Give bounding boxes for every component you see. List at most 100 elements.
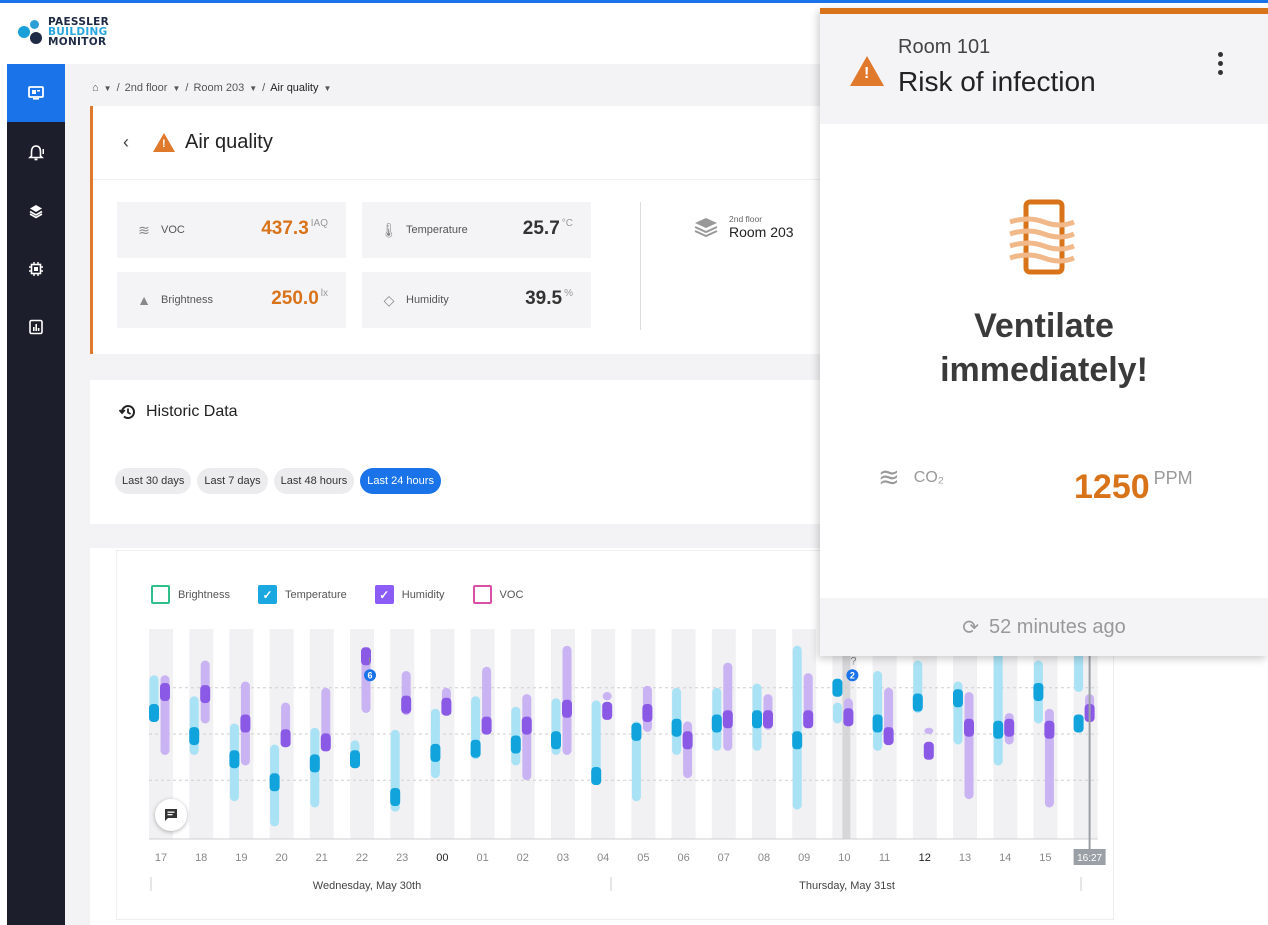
breadcrumb: ⌂ ▼ / 2nd floor ▼ / Room 203 ▼ / Air qualit… (92, 82, 332, 94)
layers-icon (694, 218, 718, 238)
range-bar-temperature (873, 671, 883, 751)
x-tick-label: 02 (517, 852, 529, 864)
x-tick-label: 01 (476, 852, 488, 864)
sensor-voc[interactable]: ≋ VOC 437.3 IAQ (117, 202, 346, 258)
sensor-humidity[interactable]: ◇ Humidity 39.5% (362, 272, 591, 328)
alert-popup[interactable]: ! Room 101 Risk of infection Ventilate i… (820, 8, 1268, 656)
x-tick-label: 12 (919, 852, 931, 864)
chevron-down-icon[interactable]: ▼ (323, 84, 331, 93)
ventilation-icon (1009, 199, 1075, 275)
event-marker-count: 2 (850, 671, 855, 681)
range-bar-temperature (430, 708, 440, 779)
sidebar-item-alerts[interactable] (7, 124, 65, 182)
popup-footer: ⟳ 52 minutes ago (820, 598, 1268, 656)
mean-marker-temperature (510, 735, 521, 754)
page-title: Air quality (185, 131, 273, 153)
mean-marker-temperature (872, 714, 883, 733)
event-marker-count: 6 (367, 671, 372, 681)
chip-last-30-days[interactable]: Last 30 days (115, 468, 192, 494)
x-tick-label: 21 (316, 852, 328, 864)
divider (640, 202, 641, 330)
mean-marker-temperature (229, 750, 240, 769)
historic-title: Historic Data (118, 402, 238, 422)
breadcrumb-item-floor[interactable]: 2nd floor (125, 82, 168, 94)
breadcrumb-item-current[interactable]: Air quality (270, 82, 318, 94)
chevron-down-icon[interactable]: ▼ (249, 84, 257, 93)
mean-marker-humidity (160, 683, 170, 701)
popup-sensor-value: 1250 PPM (1074, 468, 1193, 506)
event-marker-label: ! (368, 656, 371, 668)
range-bar-humidity (964, 692, 974, 800)
back-button[interactable]: ‹ (123, 132, 129, 153)
range-bar-temperature (189, 696, 199, 755)
warning-icon: ! (153, 133, 175, 152)
mean-marker-humidity (883, 727, 894, 746)
range-bar-temperature (832, 702, 842, 724)
history-icon (118, 405, 135, 420)
droplet-icon: ◇ (383, 291, 395, 308)
mean-marker-humidity (521, 716, 532, 735)
more-menu-icon[interactable] (1218, 52, 1224, 79)
date-label: Thursday, May 31st (799, 880, 895, 892)
chip-last-7-days[interactable]: Last 7 days (197, 468, 268, 494)
sidebar-item-reports[interactable] (7, 298, 65, 356)
sidebar-item-layers[interactable] (7, 182, 65, 240)
x-tick-label: 22 (356, 852, 368, 864)
air-icon: ≋ (138, 221, 150, 238)
breadcrumb-item-room[interactable]: Room 203 (193, 82, 244, 94)
mean-marker-humidity (320, 733, 331, 752)
mean-marker-temperature (953, 689, 963, 708)
air-quality-card: ‹ ! Air quality ≋ VOC 437.3 IAQ 🌡 Tempera… (90, 106, 833, 354)
mean-marker-humidity (1004, 718, 1015, 737)
monitor-icon (28, 86, 44, 100)
sensor-value: 437.3 IAQ (261, 218, 328, 239)
x-tick-label: 16:27 (1077, 853, 1102, 864)
chat-button[interactable] (155, 799, 187, 831)
x-tick-label: 15 (1039, 852, 1051, 864)
sensor-temperature[interactable]: 🌡 Temperature 25.7 °C (362, 202, 591, 258)
card-header: ‹ ! Air quality (93, 106, 833, 180)
logo-text: PAESSLER BUILDING MONITOR (48, 16, 110, 48)
popup-sensor: ≋ CO₂ (878, 462, 945, 492)
time-range-chips: Last 30 days Last 7 days Last 48 hours L… (115, 468, 441, 494)
mean-marker-temperature (993, 720, 1004, 739)
mean-marker-temperature (631, 722, 642, 741)
home-icon[interactable]: ⌂ (92, 82, 99, 94)
brand-logo[interactable]: PAESSLER BUILDING MONITOR (18, 17, 109, 47)
location-info[interactable]: 2nd floor Room 203 (693, 214, 794, 240)
x-tick-label: 17 (155, 852, 167, 864)
mean-marker-humidity (1044, 720, 1055, 739)
mean-marker-temperature (470, 739, 481, 758)
mean-marker-temperature (752, 710, 762, 729)
chip-last-24-hours[interactable]: Last 24 hours (360, 468, 441, 494)
mean-marker-temperature (591, 767, 602, 785)
mean-marker-temperature (430, 743, 441, 762)
x-tick-label: 07 (718, 852, 730, 864)
chevron-down-icon[interactable]: ▼ (104, 84, 112, 93)
x-tick-label: 13 (959, 852, 971, 864)
chip-icon (29, 262, 43, 276)
mean-marker-humidity (441, 697, 452, 716)
x-tick-label: 20 (275, 852, 287, 864)
sidebar-item-dashboard[interactable] (7, 64, 65, 122)
x-tick-label: 10 (838, 852, 850, 864)
report-icon (29, 319, 43, 335)
x-tick-label: 19 (235, 852, 247, 864)
chevron-down-icon[interactable]: ▼ (172, 84, 180, 93)
sidebar (7, 64, 65, 925)
sidebar-item-devices[interactable] (7, 240, 65, 298)
sensor-value: 250.0 lx (271, 288, 328, 309)
refresh-icon[interactable]: ⟳ (962, 615, 979, 640)
range-bar-temperature (792, 645, 802, 810)
popup-message: Ventilate immediately! (940, 307, 1148, 389)
mean-marker-temperature (269, 773, 280, 792)
mean-marker-humidity (481, 716, 492, 735)
sensor-brightness[interactable]: ▲ Brightness 250.0 lx (117, 272, 346, 328)
layers-icon (29, 205, 43, 219)
date-label: Wednesday, May 30th (313, 880, 421, 892)
mean-marker-temperature (189, 727, 200, 746)
chip-last-48-hours[interactable]: Last 48 hours (273, 468, 355, 494)
x-tick-label: 05 (637, 852, 649, 864)
mean-marker-humidity (562, 699, 572, 718)
mean-marker-temperature (792, 731, 803, 750)
